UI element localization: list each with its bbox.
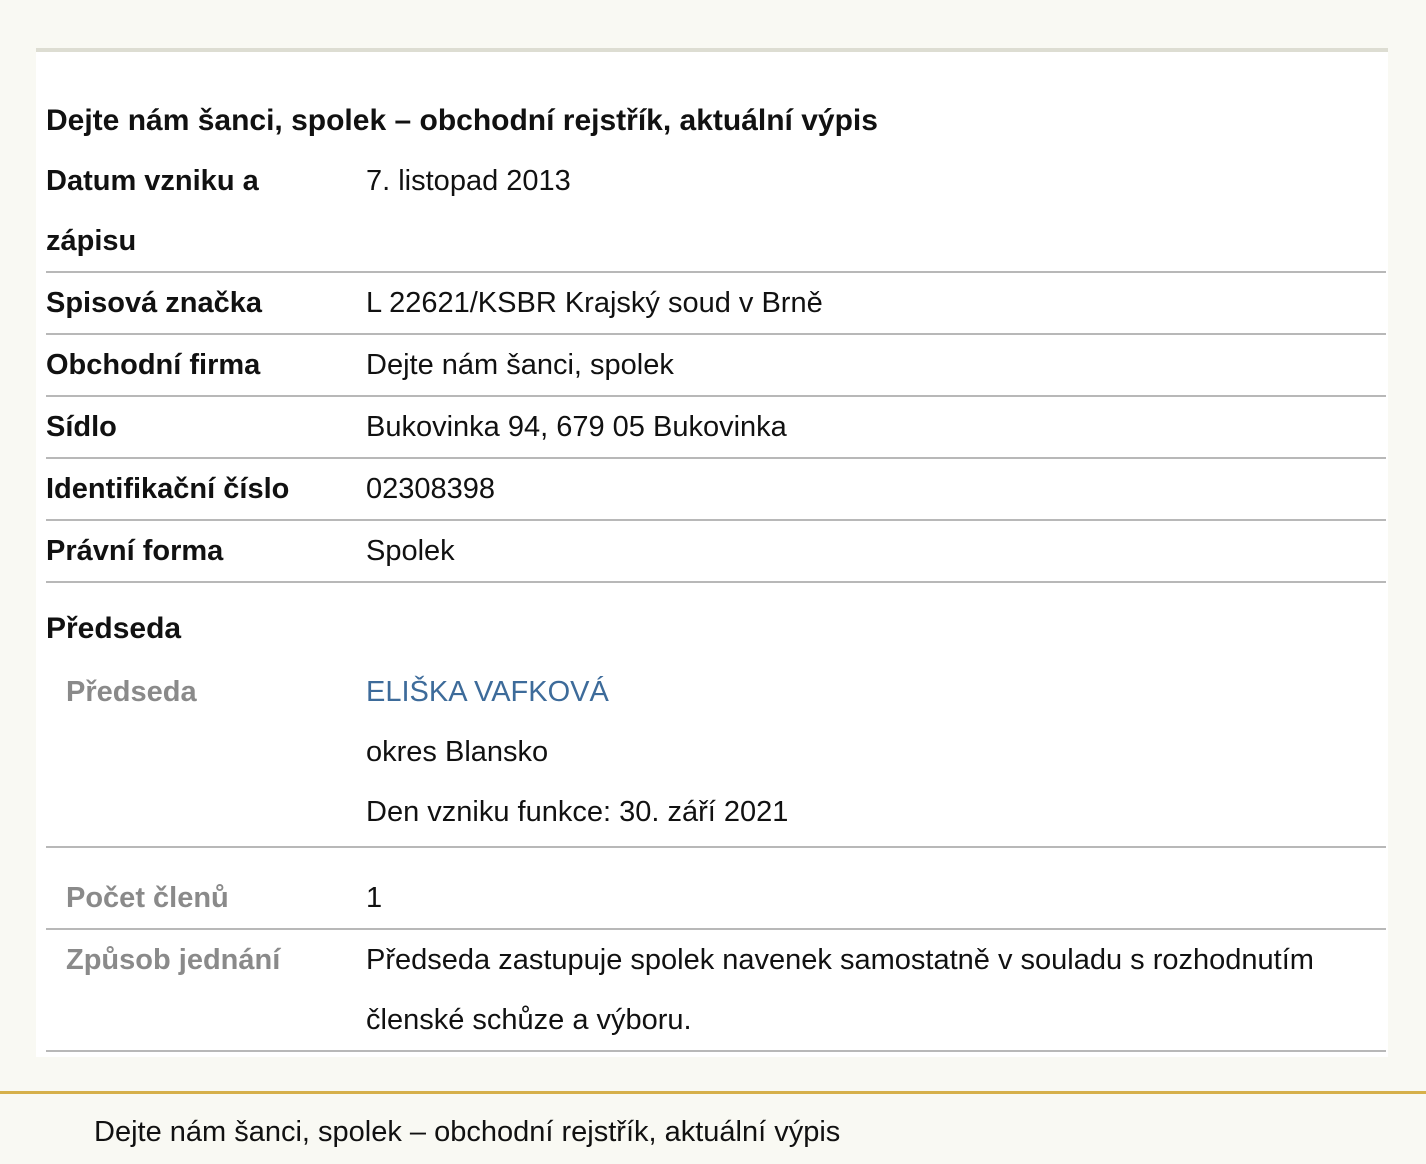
chair-since: Den vzniku funkce: 30. září 2021 <box>366 796 789 828</box>
row-value: Dejte nám šanci, spolek <box>366 349 674 381</box>
row-label: Identifikační číslo <box>46 473 290 505</box>
chair-district: okres Blansko <box>366 736 549 768</box>
chair-details: ELIŠKA VAFKOVÁ okres Blansko Den vzniku … <box>366 662 1366 842</box>
row-value: L 22621/KSBR Krajský soud v Brně <box>366 287 823 319</box>
row-label: Obchodní firma <box>46 349 261 381</box>
row-seat: Sídlo Bukovinka 94, 679 05 Bukovinka <box>46 397 1386 459</box>
row-legal-form: Právní forma Spolek <box>46 521 1386 583</box>
page-title: Dejte nám šanci, spolek – obchodní rejst… <box>46 104 878 137</box>
row-label: Sídlo <box>46 411 117 443</box>
row-file-number: Spisová značka L 22621/KSBR Krajský soud… <box>46 273 1386 335</box>
row-member-count: Počet členů 1 <box>46 862 1386 930</box>
row-value: 7. listopad 2013 <box>366 165 571 197</box>
footer: Dejte nám šanci, spolek – obchodní rejst… <box>0 1091 1426 1164</box>
row-label: Právní forma <box>46 535 224 567</box>
registry-card: Dejte nám šanci, spolek – obchodní rejst… <box>36 48 1388 1057</box>
row-label: Počet členů <box>66 882 229 914</box>
row-label: Způsob jednání <box>66 944 281 976</box>
row-label: Datum vzniku a zápisu <box>46 165 259 257</box>
row-value: Spolek <box>366 535 455 567</box>
chair-name-link[interactable]: ELIŠKA VAFKOVÁ <box>366 662 1366 722</box>
row-label: Předseda <box>66 676 197 708</box>
section-heading-chair: Předseda <box>46 612 182 645</box>
row-founding-date: Datum vzniku a zápisu 7. listopad 2013 <box>46 151 1386 273</box>
row-label: Spisová značka <box>46 287 262 319</box>
row-value: Předseda zastupuje spolek navenek samost… <box>366 944 1314 1036</box>
row-representation: Způsob jednání Předseda zastupuje spolek… <box>46 930 1386 1052</box>
row-value: 02308398 <box>366 473 496 505</box>
row-chair: Předseda ELIŠKA VAFKOVÁ okres Blansko De… <box>46 662 1386 848</box>
row-value: 1 <box>366 882 383 914</box>
row-id-number: Identifikační číslo 02308398 <box>46 459 1386 521</box>
footer-text: Dejte nám šanci, spolek – obchodní rejst… <box>94 1116 841 1148</box>
row-value: Bukovinka 94, 679 05 Bukovinka <box>366 411 787 443</box>
row-business-name: Obchodní firma Dejte nám šanci, spolek <box>46 335 1386 397</box>
